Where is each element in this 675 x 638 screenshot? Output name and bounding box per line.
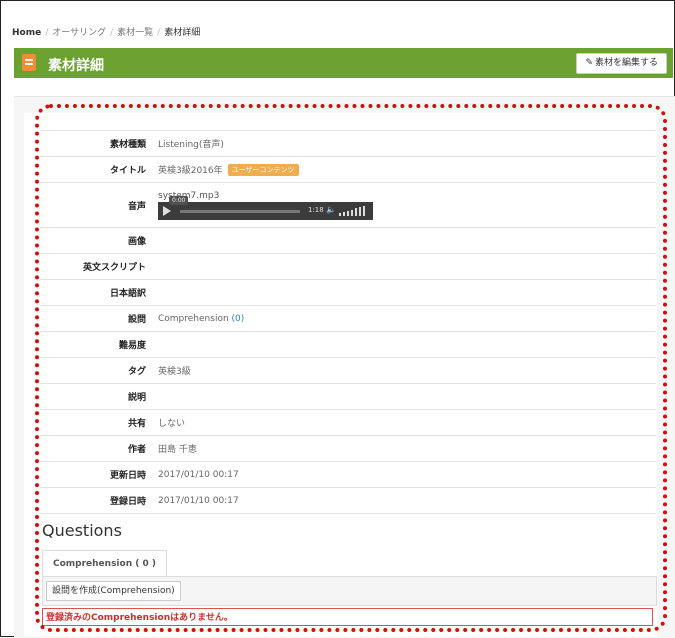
- document-icon: [22, 54, 36, 71]
- empty-questions-alert: 登録済みのComprehensionはありません。: [42, 608, 653, 626]
- edit-material-label: 素材を編集する: [594, 58, 658, 68]
- detail-label: 英文スクリプト: [40, 253, 158, 280]
- detail-value: 田島 千恵: [158, 435, 656, 462]
- detail-value-cell: Comprehension (0): [158, 305, 656, 332]
- detail-value: 英検3級: [158, 357, 656, 384]
- detail-row-title: タイトル 英検3級2016年 ユーザーコンテンツ: [40, 156, 656, 183]
- detail-row-audio: 音声 system7.mp3 0:00 1:18 🔈: [40, 182, 656, 228]
- audio-duration: 1:18: [308, 205, 324, 214]
- detail-value: [158, 331, 656, 358]
- volume-slider[interactable]: [339, 205, 369, 216]
- detail-label: 更新日時: [40, 461, 158, 488]
- detail-value: 2017/01/10 00:17: [158, 487, 656, 514]
- detail-value: [158, 279, 656, 306]
- breadcrumb: Home / オーサリング / 素材一覧 / 素材詳細: [12, 25, 200, 38]
- pencil-icon: ✎: [585, 58, 593, 68]
- detail-row-difficulty: 難易度: [40, 331, 656, 358]
- play-icon[interactable]: [163, 205, 171, 216]
- detail-row-script-en: 英文スクリプト: [40, 253, 656, 280]
- detail-label: タグ: [40, 357, 158, 384]
- audio-cell: system7.mp3 0:00 1:18 🔈: [158, 182, 656, 228]
- detail-label: 日本語訳: [40, 279, 158, 306]
- questions-heading: Questions: [42, 521, 122, 540]
- detail-label: 設問: [40, 305, 158, 332]
- detail-value: しない: [158, 409, 656, 436]
- tab-comprehension[interactable]: Comprehension ( 0 ): [42, 550, 167, 577]
- detail-row-updated: 更新日時 2017/01/10 00:17: [40, 461, 656, 488]
- detail-value: [158, 227, 656, 254]
- audio-filename: system7.mp3: [158, 190, 220, 201]
- detail-row-type: 素材種類 Listening(音声): [40, 130, 656, 157]
- page-title: 素材詳細: [48, 58, 104, 74]
- current-time-tooltip: 0:00: [169, 195, 189, 205]
- breadcrumb-authoring[interactable]: オーサリング: [52, 28, 106, 38]
- detail-row-registered: 登録日時 2017/01/10 00:17: [40, 487, 656, 514]
- breadcrumb-separator: /: [45, 28, 49, 38]
- create-question-button[interactable]: 設問を作成(Comprehension): [46, 581, 181, 601]
- question-count-link[interactable]: (0): [232, 314, 245, 324]
- volume-icon[interactable]: 🔈: [326, 205, 336, 214]
- breadcrumb-separator: /: [110, 28, 114, 38]
- question-type: Comprehension: [158, 313, 229, 324]
- breadcrumb-home[interactable]: Home: [12, 28, 41, 38]
- detail-label: 登録日時: [40, 487, 158, 514]
- material-title: 英検3級2016年: [158, 166, 223, 176]
- detail-value: [158, 383, 656, 410]
- edit-material-button[interactable]: ✎ 素材を編集する: [576, 53, 667, 74]
- breadcrumb-current: 素材詳細: [164, 28, 201, 38]
- detail-label: タイトル: [40, 156, 158, 183]
- audio-player: 0:00 1:18 🔈: [158, 195, 373, 220]
- detail-row-questions: 設問 Comprehension (0): [40, 305, 656, 332]
- page-title-bar: 素材詳細 ✎ 素材を編集する: [14, 48, 673, 78]
- detail-value: 2017/01/10 00:17: [158, 461, 656, 488]
- detail-row-tags: タグ 英検3級: [40, 357, 656, 384]
- detail-row-description: 説明: [40, 383, 656, 410]
- detail-row-image: 画像: [40, 227, 656, 254]
- detail-label: 説明: [40, 383, 158, 410]
- detail-label: 画像: [40, 227, 158, 254]
- breadcrumb-material-list[interactable]: 素材一覧: [117, 28, 153, 38]
- detail-value-cell: 英検3級2016年 ユーザーコンテンツ: [158, 156, 656, 183]
- user-content-badge: ユーザーコンテンツ: [227, 164, 299, 176]
- detail-label: 音声: [40, 182, 158, 228]
- detail-value: [158, 253, 656, 280]
- detail-row-translation: 日本語訳: [40, 279, 656, 306]
- breadcrumb-separator: /: [157, 28, 161, 38]
- detail-value: Listening(音声): [158, 130, 656, 157]
- detail-label: 作者: [40, 435, 158, 462]
- detail-row-author: 作者 田島 千恵: [40, 435, 656, 462]
- detail-label: 素材種類: [40, 130, 158, 157]
- detail-label: 難易度: [40, 331, 158, 358]
- detail-row-share: 共有 しない: [40, 409, 656, 436]
- detail-label: 共有: [40, 409, 158, 436]
- questions-toolbar: 設問を作成(Comprehension): [42, 576, 657, 606]
- detail-table: 素材種類 Listening(音声) タイトル 英検3級2016年 ユーザーコンテ…: [40, 130, 656, 514]
- audio-progress-track[interactable]: [180, 209, 300, 213]
